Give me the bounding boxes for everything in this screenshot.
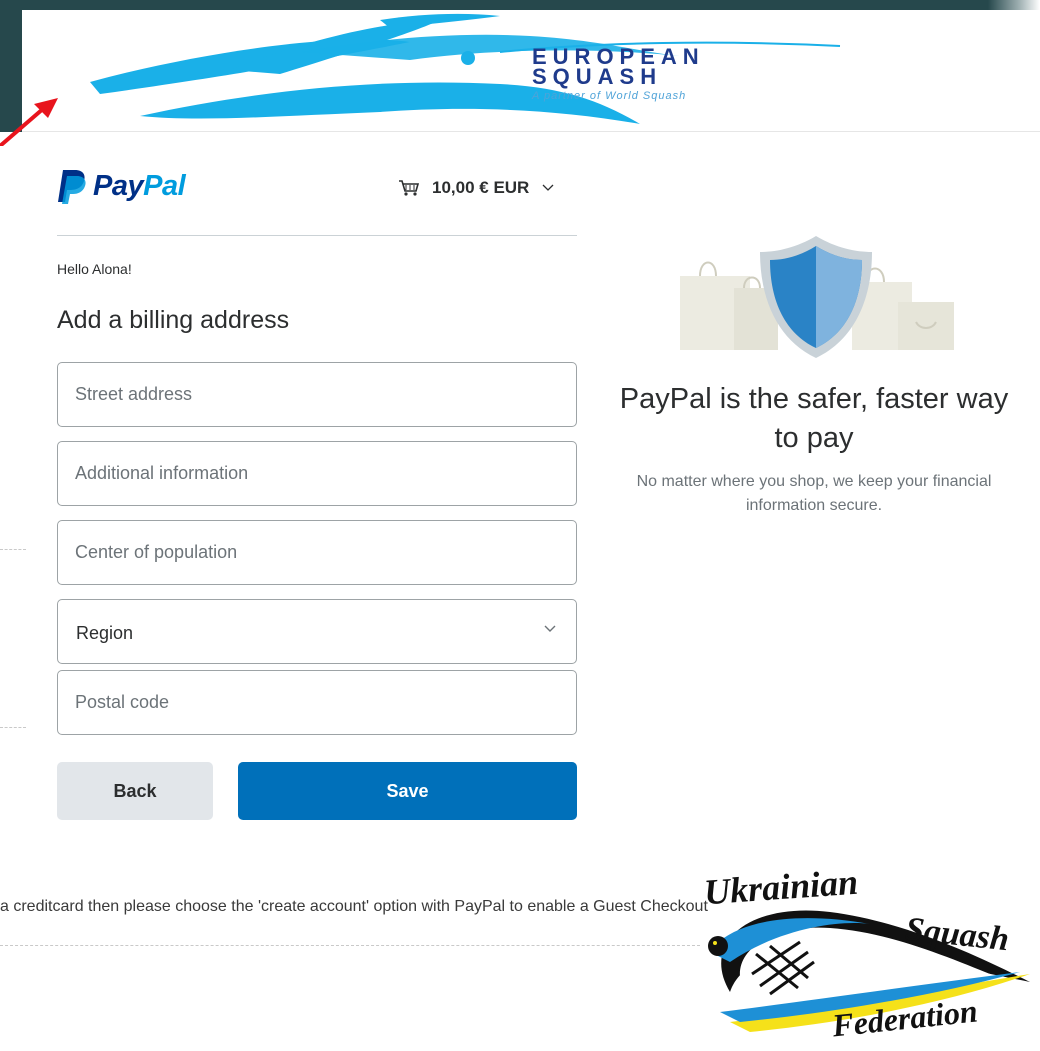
paypal-wordmark-pay: Pay <box>93 169 144 202</box>
slide-dashed-line <box>0 549 26 550</box>
paypal-wordmark: PayPal <box>93 169 186 203</box>
header-divider <box>57 235 577 236</box>
promo-title: PayPal is the safer, faster way to pay <box>619 383 1009 454</box>
slide-frame-top-fade <box>988 0 1040 10</box>
paypal-wordmark-pal: Pal <box>143 169 186 202</box>
slide-frame-top <box>22 0 988 10</box>
slide-note-text: a creditcard then please choose the 'cre… <box>0 898 708 915</box>
additional-info-field[interactable] <box>57 441 577 506</box>
slide-dashed-line <box>0 727 26 728</box>
chevron-down-icon <box>544 625 556 632</box>
city-input[interactable] <box>58 521 576 584</box>
region-select[interactable]: Region <box>57 599 577 664</box>
shield-shopping-bags-illustration <box>680 236 954 358</box>
save-button[interactable]: Save <box>238 762 577 820</box>
street-address-input[interactable] <box>58 363 576 426</box>
additional-info-input[interactable] <box>58 442 576 505</box>
paypal-logo: PayPal <box>57 168 186 204</box>
back-button[interactable]: Back <box>57 762 213 820</box>
form-title: Add a billing address <box>57 306 290 334</box>
red-arrow-icon <box>0 98 58 146</box>
street-address-field[interactable] <box>57 362 577 427</box>
cart-summary-toggle[interactable]: 10,00 € EUR <box>398 178 555 198</box>
region-select-value: Region <box>76 623 134 643</box>
postal-code-input[interactable] <box>58 671 576 734</box>
promo-subtitle: No matter where you shop, we keep your f… <box>636 473 992 514</box>
shopping-cart-icon <box>399 180 420 196</box>
es-logo-line2: SQUASH <box>532 64 663 89</box>
greeting: Hello Alona! <box>57 261 132 277</box>
postal-code-field[interactable] <box>57 670 577 735</box>
es-logo-tagline: A partner of World Squash <box>532 90 687 102</box>
banner-divider <box>22 131 1040 132</box>
chevron-down-icon <box>542 184 554 191</box>
cart-amount: 10,00 € EUR <box>432 178 530 197</box>
city-field[interactable] <box>57 520 577 585</box>
slide-dashed-line <box>0 945 700 946</box>
paypal-p-icon <box>58 170 86 204</box>
european-squash-wordmark: EUROPEAN SQUASH A partner of World Squas… <box>532 46 976 103</box>
